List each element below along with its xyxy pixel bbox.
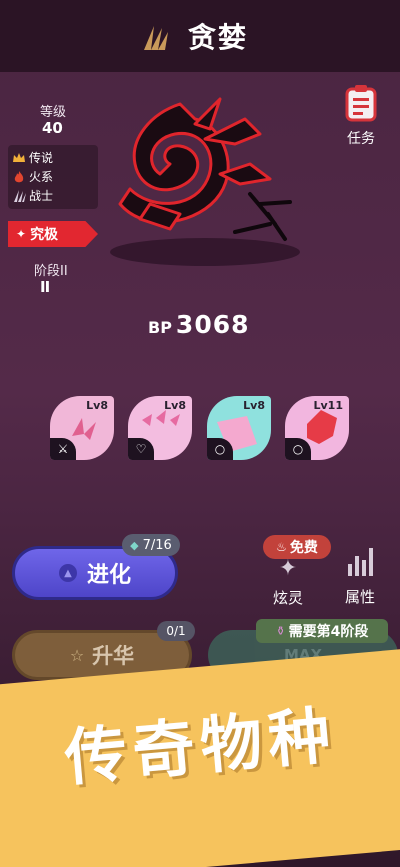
attributes-label: 属性 xyxy=(344,588,375,606)
fire-icon xyxy=(14,170,24,182)
monster-name: 贪婪 xyxy=(187,21,248,54)
trait-label: 火系 xyxy=(29,170,54,184)
trait-list: 传说 火系 战士 xyxy=(8,145,98,209)
gem-icon: ◆ xyxy=(130,538,139,552)
claw-icon xyxy=(14,189,26,202)
equipment-card-4[interactable]: Lv11 ○ xyxy=(285,396,349,460)
trait-label: 战士 xyxy=(29,189,54,203)
claw-mark-icon xyxy=(144,26,168,50)
stage-label: 阶段II xyxy=(34,264,68,279)
crown-icon xyxy=(13,152,25,162)
evolve-label: 进化 xyxy=(86,563,131,588)
chevron-up-icon: ▲ xyxy=(58,564,77,582)
sparkle-icon: ✦ xyxy=(16,227,27,241)
spirit-flame-icon: ♨ xyxy=(276,540,287,554)
task-button[interactable]: 任务 xyxy=(340,84,382,148)
equipment-card-3[interactable]: Lv8 ○ xyxy=(207,396,271,460)
equipment-card-1[interactable]: Lv8 ⚔ xyxy=(50,396,114,460)
trait-label: 传说 xyxy=(29,151,54,165)
spirit-label: 炫灵 xyxy=(272,589,303,607)
task-label: 任务 xyxy=(347,131,375,147)
level-label: 等级 xyxy=(40,105,67,120)
trait-class: 战士 xyxy=(12,186,94,205)
free-label: 免费 xyxy=(289,540,318,556)
card-level: Lv11 xyxy=(313,399,344,412)
evolve-count: 7/16 xyxy=(142,537,172,553)
requirement-label: 需要第4阶段 xyxy=(288,624,369,640)
rarity-label: 究极 xyxy=(30,227,59,243)
bar-chart-icon xyxy=(340,546,380,576)
card-level: Lv8 xyxy=(86,399,108,412)
trait-element: 火系 xyxy=(12,167,94,186)
bp-value: 3068 xyxy=(175,310,250,339)
star-icon: ☆ xyxy=(69,645,85,665)
rarity-badge: ✦ 究极 xyxy=(8,221,98,247)
potion-icon: ⚱ xyxy=(275,624,286,638)
ascend-progress-badge: 0/1 xyxy=(157,621,195,641)
trait-rarity: 传说 xyxy=(12,148,94,167)
equipment-card-2[interactable]: Lv8 ♡ xyxy=(128,396,192,460)
card-level: Lv8 xyxy=(164,399,186,412)
evolve-progress-badge: ◆ 7/16 xyxy=(122,534,180,556)
ascend-label: 升华 xyxy=(92,644,135,668)
requirement-badge: ⚱ 需要第4阶段 xyxy=(256,619,388,643)
spirit-button[interactable]: ✦ 炫灵 xyxy=(268,556,308,608)
bp-label: BP xyxy=(148,318,172,337)
sparkle-star-icon: ✦ xyxy=(278,556,298,581)
attributes-button[interactable]: 属性 xyxy=(340,546,380,607)
game-screen: 贪婪 等级 40 传说 火系 战士 ✦ 究极 阶段II II 任务 BP 306… xyxy=(0,0,400,867)
battle-power: BP 3068 xyxy=(148,310,250,339)
clipboard-icon xyxy=(345,85,377,122)
stage-roman: II xyxy=(40,278,50,296)
level-value: 40 xyxy=(42,119,63,137)
header-bar: 贪婪 xyxy=(0,0,400,72)
card-level: Lv8 xyxy=(243,399,265,412)
monster-figure[interactable] xyxy=(110,84,300,264)
